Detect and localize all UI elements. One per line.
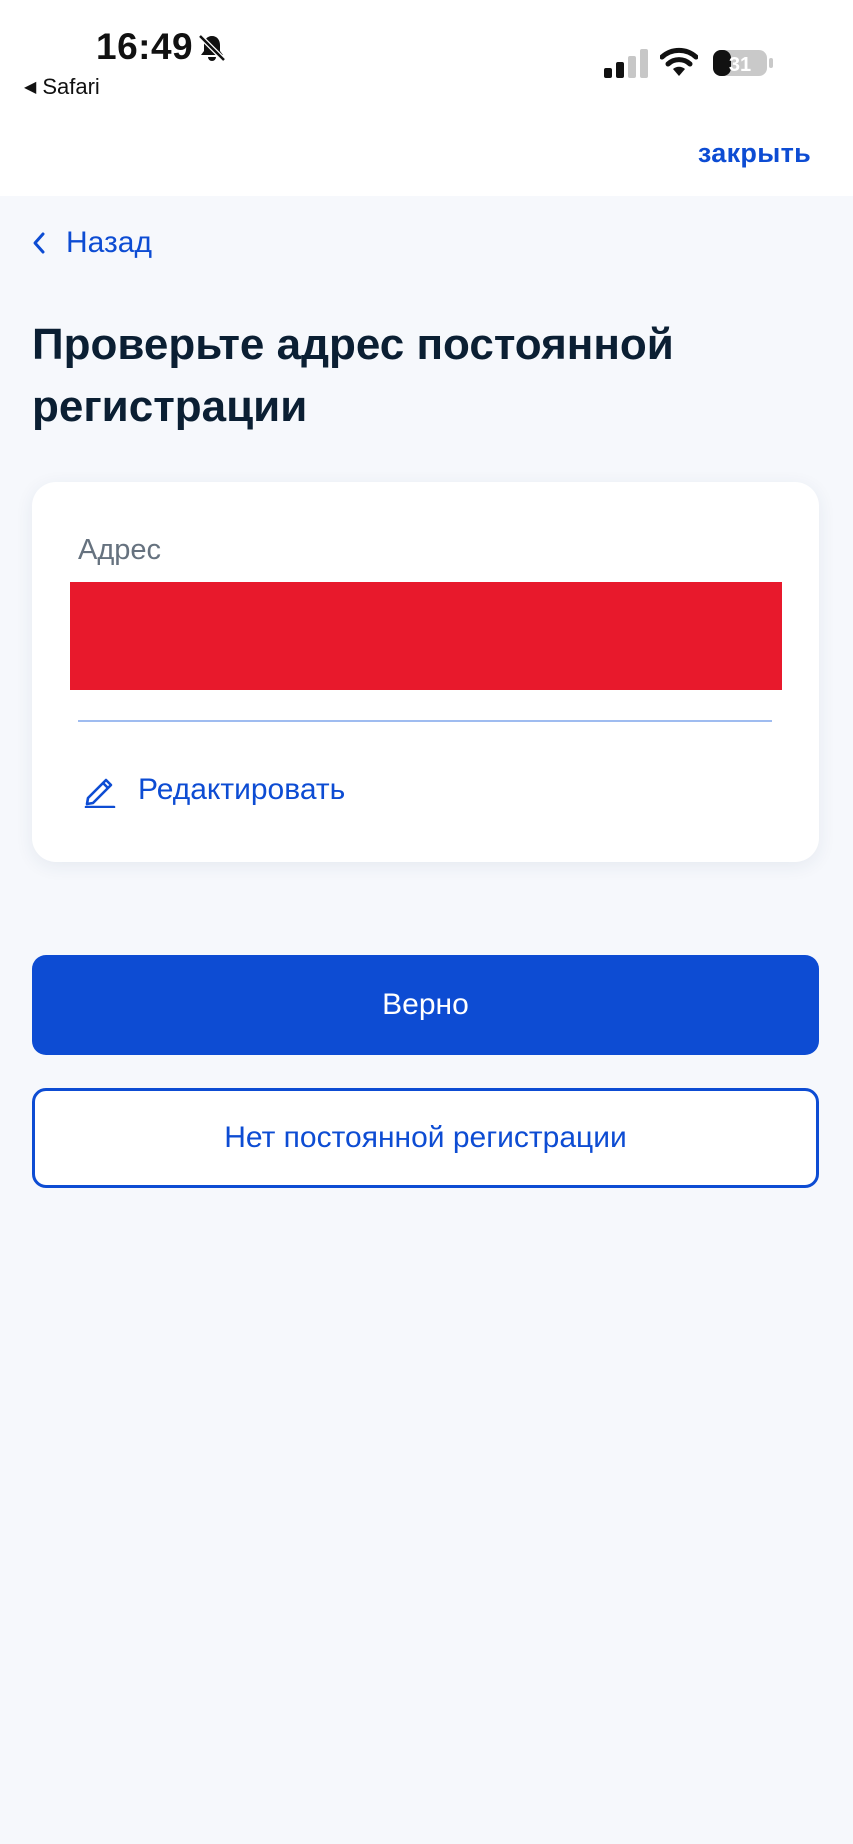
chevron-left-icon (33, 232, 45, 254)
back-triangle-icon: ◀ (24, 79, 37, 96)
address-field-underline (78, 720, 772, 722)
status-time: 16:49 (96, 26, 194, 67)
page: 16:49 ◀ Safari 31 закрыть Назад Проверьт… (0, 0, 853, 1844)
address-value-redacted (70, 582, 782, 690)
page-title: Проверьте адрес постоянной регистрации (32, 320, 674, 431)
confirm-button[interactable]: Верно (32, 955, 819, 1055)
no-registration-button[interactable]: Нет постоянной регистрации (32, 1088, 819, 1188)
edit-address-button[interactable]: Редактировать (82, 772, 345, 808)
close-link[interactable]: закрыть (698, 138, 811, 169)
edit-label: Редактировать (138, 773, 346, 806)
battery-level: 31 (729, 54, 751, 76)
address-field-label: Адрес (78, 534, 162, 566)
pencil-icon (84, 778, 116, 808)
status-bar: 16:49 ◀ Safari 31 (0, 0, 853, 110)
back-button[interactable]: Назад (30, 226, 152, 260)
top-nav: закрыть (0, 110, 853, 196)
back-app-label: Safari (42, 74, 100, 99)
back-label: Назад (66, 226, 152, 259)
back-to-app[interactable]: ◀ Safari (24, 74, 100, 100)
wifi-icon (660, 47, 698, 76)
bell-slash-icon (198, 34, 226, 62)
signal-icon (604, 49, 648, 78)
battery-icon: 31 (713, 50, 773, 76)
address-card: Адрес Редактировать (32, 482, 819, 862)
